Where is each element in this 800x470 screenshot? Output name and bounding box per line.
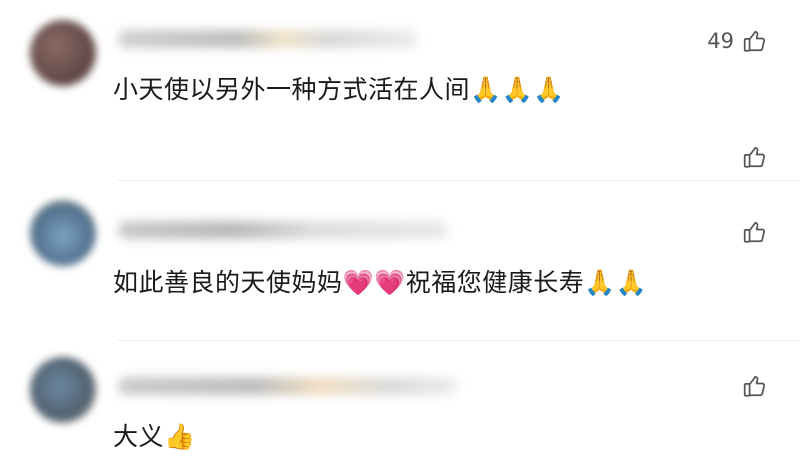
divider [118, 340, 800, 341]
username-blurred[interactable] [118, 377, 458, 395]
avatar[interactable] [30, 357, 96, 423]
comment-item: 小天使以另外一种方式活在人间🙏🙏🙏 49 [0, 0, 800, 140]
like-button[interactable] [734, 373, 768, 399]
like-button[interactable] [734, 219, 768, 245]
comment-item: 如此善良的天使妈妈💗💗祝福您健康长寿🙏🙏 [0, 185, 800, 335]
comment-text: 小天使以另外一种方式活在人间🙏🙏🙏 [113, 75, 565, 104]
thumbs-up-icon [742, 373, 768, 399]
thumbs-up-icon [742, 28, 768, 54]
comment-text: 大义👍 [113, 422, 196, 451]
username-blurred[interactable] [118, 30, 418, 48]
comment-item: 大义👍 [0, 345, 800, 470]
avatar[interactable] [30, 200, 96, 266]
like-count: 49 [707, 29, 734, 53]
thumbs-up-icon [742, 144, 768, 170]
like-button[interactable]: 49 [707, 28, 768, 54]
comment-feed: 小天使以另外一种方式活在人间🙏🙏🙏 49 如此善良的天使妈妈💗💗祝福您健康长寿🙏… [0, 0, 800, 470]
like-button[interactable] [734, 144, 768, 170]
username-blurred[interactable] [118, 221, 448, 239]
comment-item [0, 140, 800, 180]
divider [118, 180, 800, 181]
comment-text: 如此善良的天使妈妈💗💗祝福您健康长寿🙏🙏 [113, 268, 648, 297]
avatar[interactable] [30, 20, 96, 86]
thumbs-up-icon [742, 219, 768, 245]
